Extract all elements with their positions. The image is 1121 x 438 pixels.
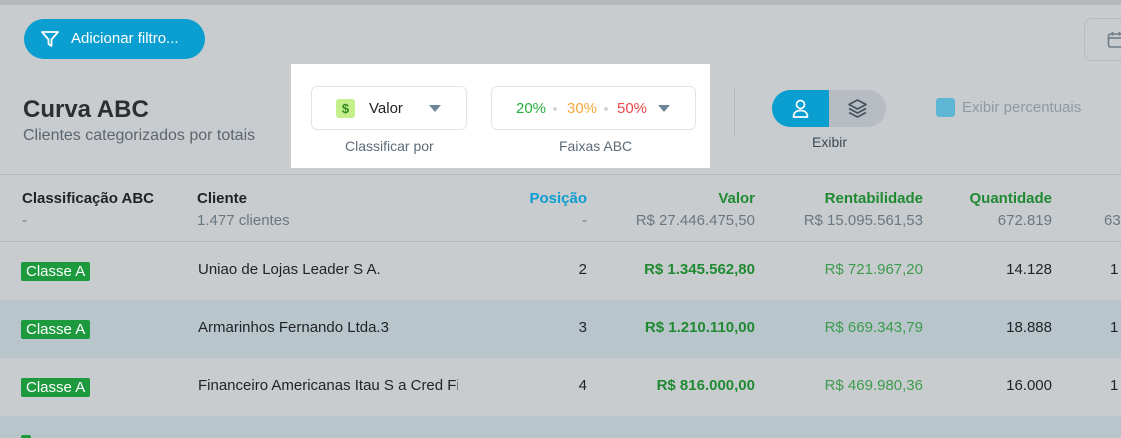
position: 4 <box>578 377 587 394</box>
top-strip <box>0 0 1121 5</box>
value: R$ 816.000,00 <box>656 377 755 394</box>
view-option-person[interactable] <box>772 90 829 127</box>
layers-icon <box>848 99 867 118</box>
band-a-value: 20% <box>516 100 547 117</box>
separator-dot <box>604 107 608 111</box>
page-subtitle: Clientes categorizados por totais <box>23 127 256 144</box>
quantity: 16.000 <box>1006 377 1052 394</box>
column-header-profit[interactable]: Rentabilidade <box>825 190 923 207</box>
table-row[interactable]: Classe A Financeiro Americanas Itau S a … <box>0 358 1121 416</box>
class-badge: Classe A <box>21 320 91 339</box>
totals-quantity: 672.819 <box>997 212 1052 229</box>
band-c-value: 50% <box>617 100 648 117</box>
view-option-layers[interactable] <box>829 90 886 127</box>
totals-position: - <box>582 212 587 229</box>
client-name: Financeiro Americanas Itau S a Cred Fi <box>198 377 458 394</box>
page-title: Curva ABC <box>23 96 149 123</box>
quantity: 18.888 <box>1006 319 1052 336</box>
dollar-icon: $ <box>336 99 355 118</box>
filter-icon <box>41 31 59 47</box>
position: 3 <box>578 319 587 336</box>
value: R$ 1.210.110,00 <box>644 319 755 336</box>
calendar-icon <box>1107 32 1121 48</box>
extra-value: 1 <box>1110 319 1119 336</box>
table-row[interactable]: Classe A Armarinhos Fernando Ltda.3 3 R$… <box>0 300 1121 358</box>
column-header-client[interactable]: Cliente <box>197 190 247 207</box>
add-filter-label: Adicionar filtro... <box>71 30 179 47</box>
quantity: 14.128 <box>1006 261 1052 278</box>
column-header-quantity[interactable]: Quantidade <box>969 190 1052 207</box>
client-name: Armarinhos Fernando Ltda.3 <box>198 319 389 336</box>
chevron-down-icon <box>429 105 441 112</box>
profit: R$ 669.343,79 <box>824 319 923 336</box>
column-header-classification[interactable]: Classificação ABC <box>22 190 154 207</box>
totals-client-count: 1.477 clientes <box>197 212 290 229</box>
position: 2 <box>578 261 587 278</box>
totals-extra: 63 <box>1104 212 1121 229</box>
person-icon <box>792 99 809 118</box>
show-percentages-checkbox[interactable] <box>936 98 955 117</box>
value: R$ 1.345.562,80 <box>644 261 755 278</box>
abc-bands-caption: Faixas ABC <box>559 138 633 154</box>
extra-value: 1 <box>1110 377 1119 394</box>
sort-by-value: Valor <box>369 100 403 117</box>
column-header-value[interactable]: Valor <box>718 190 755 207</box>
abc-bands-select[interactable]: 20% 30% 50% <box>491 86 696 130</box>
table-top-border <box>0 174 1121 175</box>
separator-dot <box>553 107 557 111</box>
band-b-value: 30% <box>567 100 598 117</box>
date-range-button[interactable] <box>1084 18 1121 61</box>
totals-value: R$ 27.446.475,50 <box>635 212 755 229</box>
show-percentages-label[interactable]: Exibir percentuais <box>962 99 1081 116</box>
divider <box>734 87 735 136</box>
class-badge: Classe A <box>21 262 91 281</box>
totals-classification: - <box>22 212 27 229</box>
view-toggle-label: Exibir <box>812 134 848 150</box>
chevron-down-icon <box>658 105 670 112</box>
totals-profit: R$ 15.095.561,53 <box>803 212 923 229</box>
column-header-position[interactable]: Posição <box>529 190 587 207</box>
profit: R$ 469.980,36 <box>824 377 923 394</box>
table-row[interactable]: Classe A Uniao de Lojas Leader S A. 2 R$… <box>0 242 1121 300</box>
class-badge: Classe A <box>21 378 91 397</box>
client-name: Uniao de Lojas Leader S A. <box>198 261 381 278</box>
table-row[interactable] <box>0 416 1121 438</box>
sort-by-select[interactable]: $ Valor <box>311 86 467 130</box>
profit: R$ 721.967,20 <box>824 261 923 278</box>
sort-and-bands-panel: $ Valor 20% 30% 50% Classificar por Faix… <box>291 64 710 168</box>
add-filter-button[interactable]: Adicionar filtro... <box>24 19 205 59</box>
sort-by-caption: Classificar por <box>345 138 434 154</box>
extra-value: 1 <box>1110 261 1119 278</box>
view-toggle <box>772 90 886 127</box>
